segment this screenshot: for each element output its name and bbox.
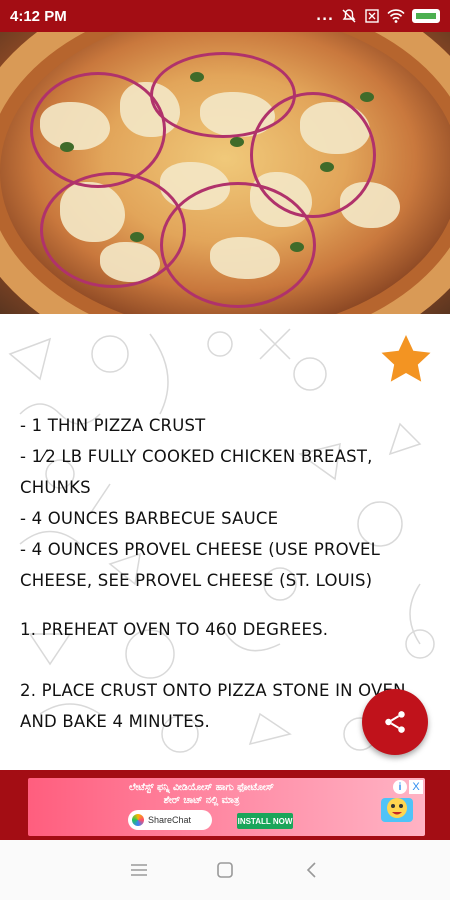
ad-info-icon[interactable]: i — [393, 780, 407, 794]
ad-headline-line2: ಶೇರ್ ಚಾಟ್ ನಲ್ಲಿ ಮಾತ್ರ — [163, 795, 240, 806]
ad-headline: ಲೇಟೆಸ್ಟ್ ಫನ್ನಿ ವೀಡಿಯೋಸ್ ಹಾಗು ಫೋಟೋಸ್ ಶೇರ್… — [28, 781, 375, 807]
ingredient-item: - 1⁄2 lb fully cooked chicken breast, ch… — [20, 447, 373, 497]
ad-container: ಲೇಟೆಸ್ಟ್ ಫನ್ನಿ ವೀಡಿಯೋಸ್ ಹಾಗು ಫೋಟೋಸ್ ಶೇರ್… — [0, 770, 450, 840]
ingredient-item: - 1 thin pizza crust — [20, 416, 206, 435]
status-bar: 4:12 PM ... — [0, 0, 450, 32]
ingredient-item: - 4 ounces barbecue sauce — [20, 509, 279, 528]
ingredient-item: - 4 ounces provel cheese (use provel che… — [20, 540, 381, 590]
menu-icon — [131, 864, 147, 876]
home-square-icon — [217, 862, 233, 878]
sharechat-logo-icon — [132, 814, 144, 826]
mute-icon — [342, 9, 356, 23]
sharechat-logo: ShareChat — [128, 810, 212, 830]
step-item: 1. Preheat oven to 460 degrees. — [20, 620, 329, 639]
back-icon — [306, 862, 316, 878]
favorite-star-icon[interactable] — [378, 332, 434, 388]
share-icon — [385, 711, 405, 733]
close-box-icon — [365, 9, 379, 23]
share-button[interactable] — [362, 689, 428, 755]
ad-close-icon[interactable]: X — [409, 780, 423, 794]
mascot-icon — [381, 798, 413, 822]
ad-banner[interactable]: ಲೇಟೆಸ್ಟ್ ಫನ್ನಿ ವೀಡಿಯೋಸ್ ಹಾಗು ಫೋಟೋಸ್ ಶೇರ್… — [28, 778, 425, 836]
wifi-icon — [387, 9, 405, 23]
nav-home-button[interactable] — [182, 840, 268, 900]
status-time: 4:12 PM — [10, 7, 67, 25]
ad-headline-line1: ಲೇಟೆಸ್ಟ್ ಫನ್ನಿ ವೀಡಿಯೋಸ್ ಹಾಗು ಫೋಟೋಸ್ — [129, 782, 274, 793]
recipe-photo — [0, 32, 450, 314]
recipe-text: - 1 thin pizza crust - 1⁄2 lb fully cook… — [20, 410, 430, 737]
system-nav-bar — [0, 840, 450, 900]
status-icons: ... — [316, 8, 440, 24]
nav-menu-button[interactable] — [96, 840, 182, 900]
nav-back-button[interactable] — [268, 840, 354, 900]
install-now-button[interactable]: INSTALL NOW — [237, 813, 293, 829]
battery-icon — [412, 9, 440, 23]
ad-brand: ShareChat — [148, 815, 192, 825]
status-dots: ... — [316, 8, 334, 24]
